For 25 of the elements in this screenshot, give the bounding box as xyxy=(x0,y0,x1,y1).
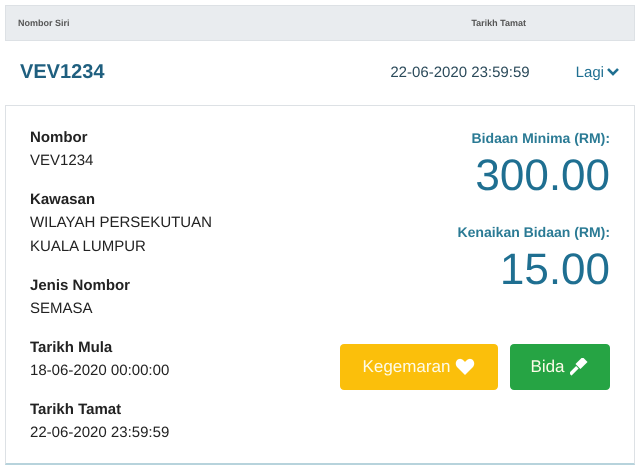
favourite-button[interactable]: Kegemaran xyxy=(340,344,498,390)
amount-label: Bidaan Minima (RM): xyxy=(472,130,610,146)
field-value: KUALA LUMPUR xyxy=(30,237,147,257)
amount-value: 300.00 xyxy=(475,150,610,202)
field-label: Kawasan xyxy=(30,190,96,210)
field-value: 22-06-2020 23:59:59 xyxy=(30,423,170,443)
field-label: Nombor xyxy=(30,128,88,148)
end-date: 22-06-2020 23:59:59 xyxy=(390,64,530,80)
bid-button[interactable]: Bida xyxy=(510,344,610,390)
column-heading: Tarikh Tamat xyxy=(471,18,526,28)
field-value: SEMASA xyxy=(30,299,94,319)
field-value: VEV1234 xyxy=(30,151,94,171)
serial-number: VEV1234 xyxy=(20,60,105,84)
amount-label: Kenaikan Bidaan (RM): xyxy=(458,224,610,240)
heart-icon xyxy=(455,358,476,376)
gavel-icon xyxy=(570,358,590,376)
field-label: Jenis Nombor xyxy=(30,276,132,296)
field-label: Tarikh Mula xyxy=(30,338,114,358)
field-value: WILAYAH PERSEKUTUAN xyxy=(30,213,213,233)
amount-value: 15.00 xyxy=(500,244,610,296)
column-heading: Nombor Siri xyxy=(18,18,70,28)
field-value: 18-06-2020 00:00:00 xyxy=(30,361,170,381)
field-label: Tarikh Tamat xyxy=(30,400,122,420)
chevron-down-icon xyxy=(606,67,620,77)
more-link[interactable]: Lagi xyxy=(576,64,620,80)
